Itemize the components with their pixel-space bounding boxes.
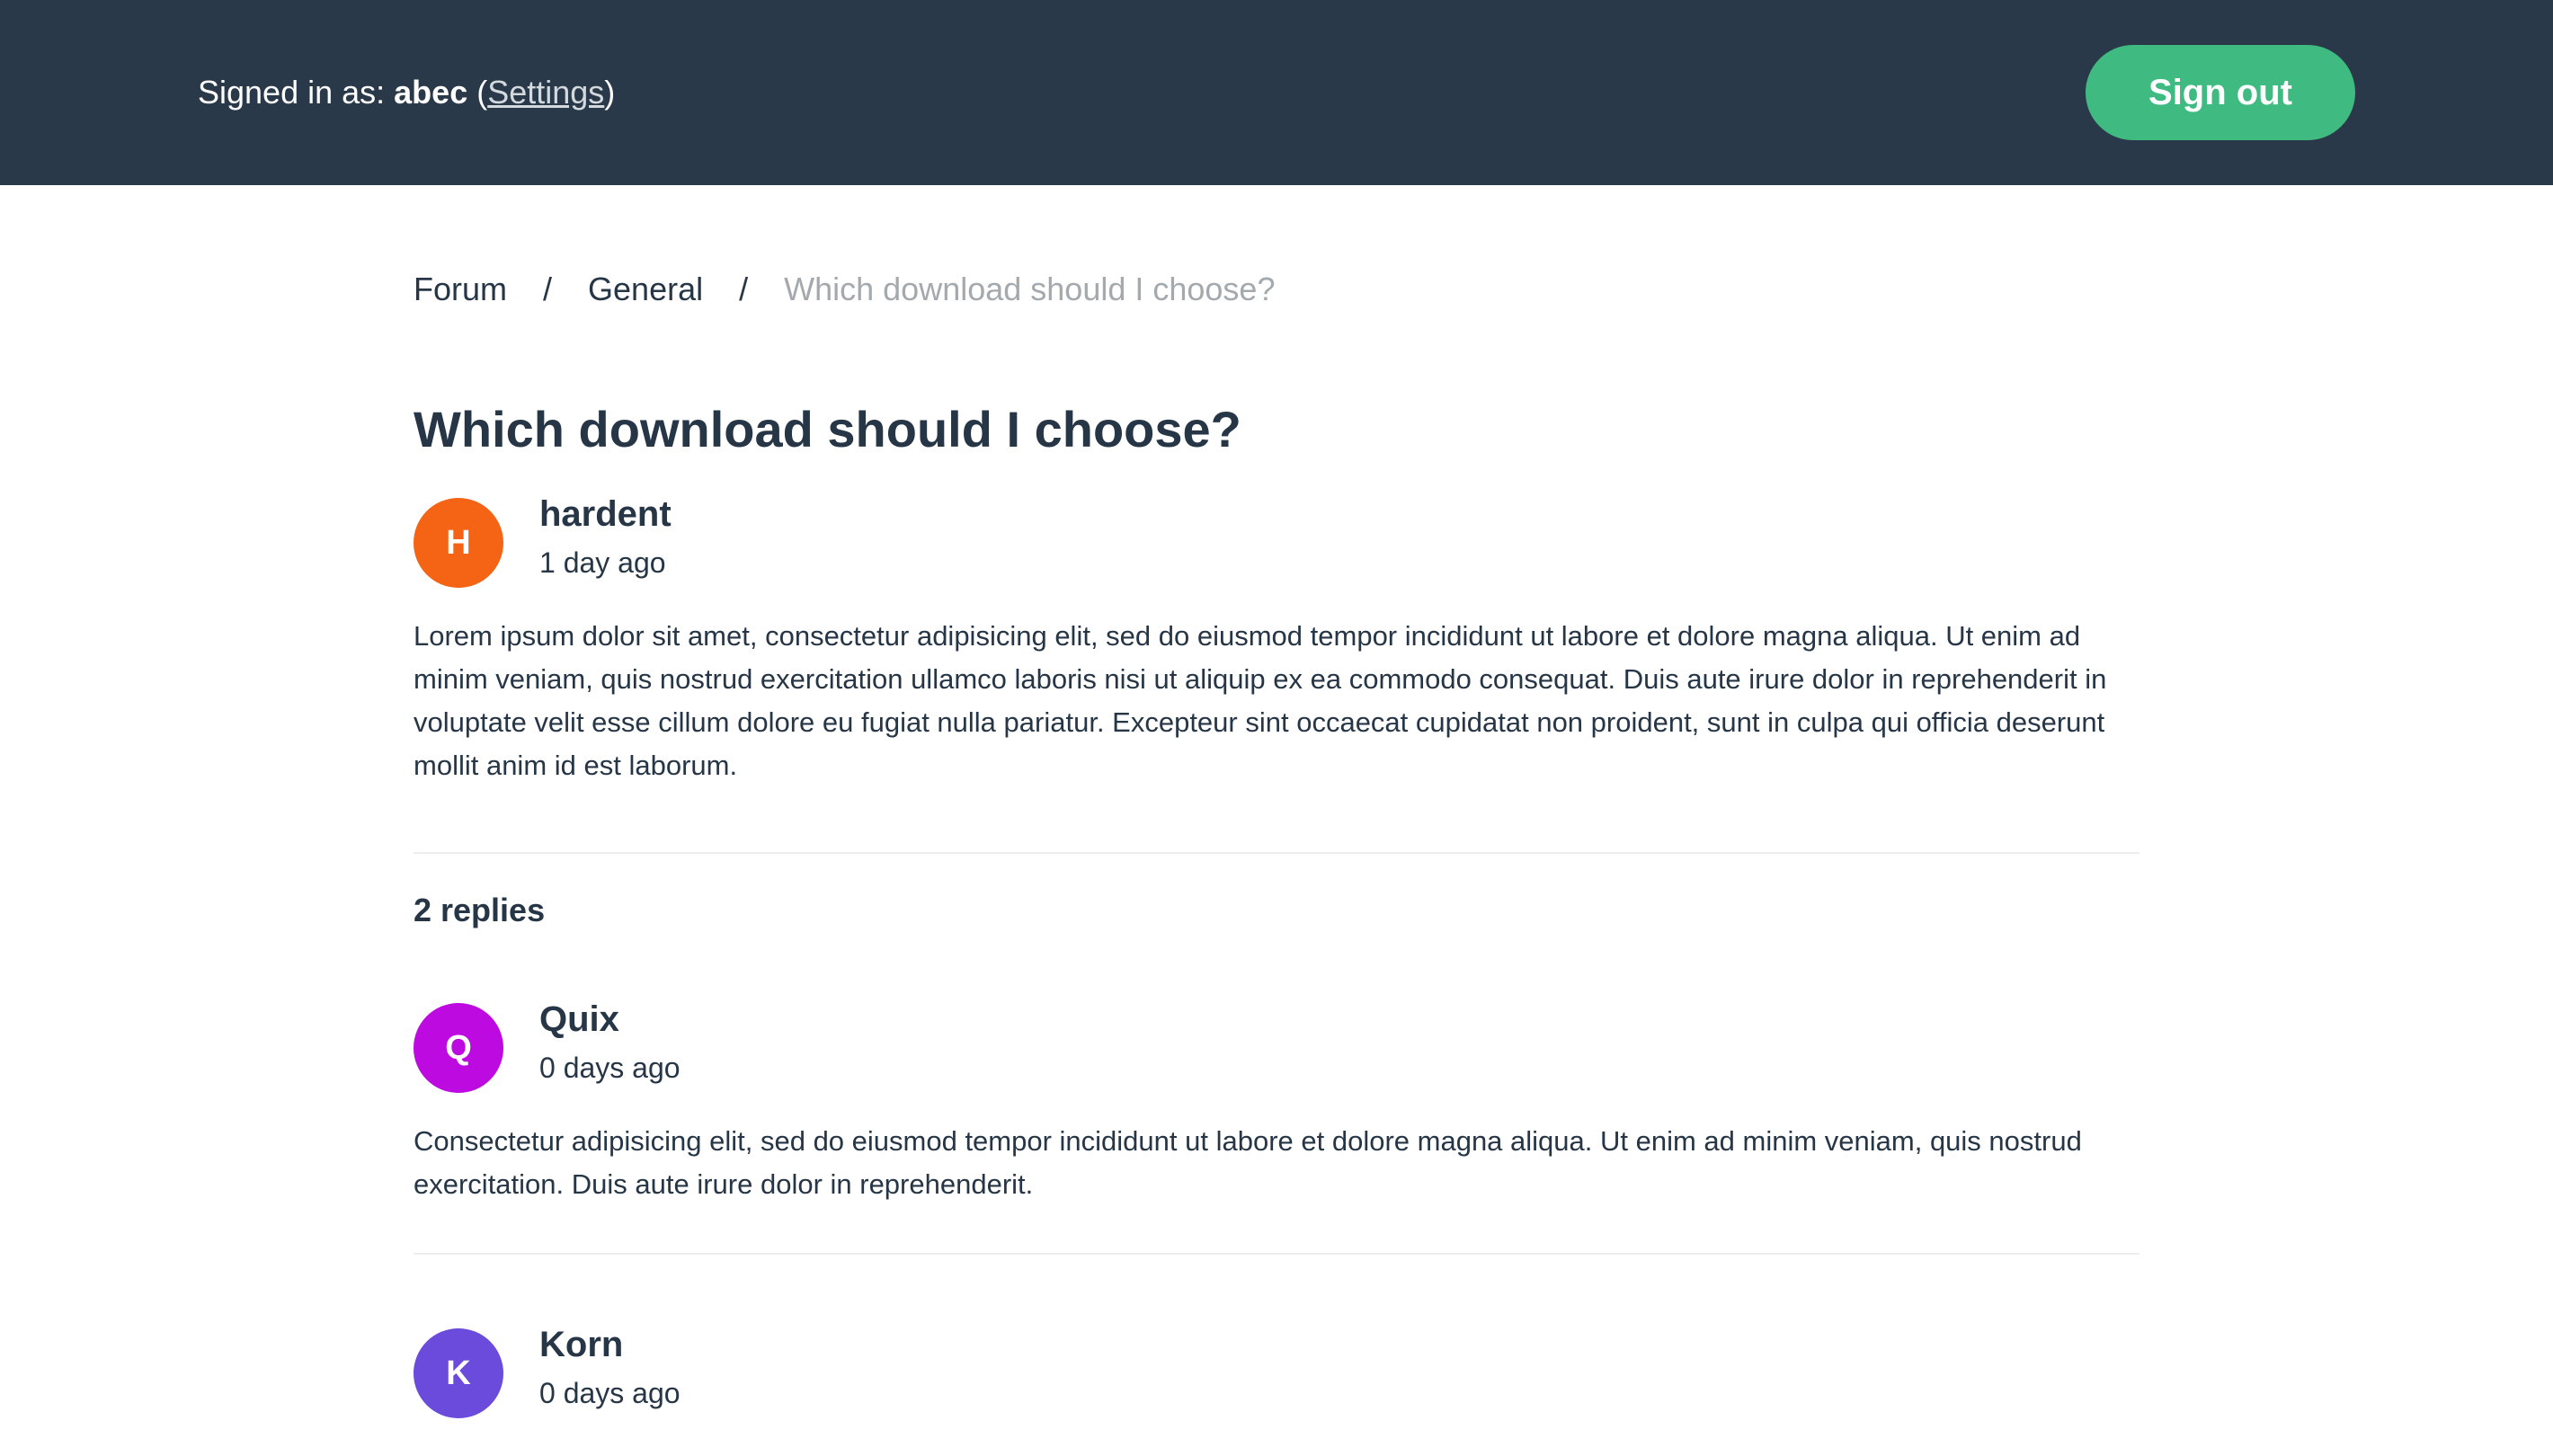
settings-link[interactable]: Settings	[487, 74, 604, 111]
breadcrumb-current: Which download should I choose?	[784, 271, 1276, 307]
avatar-letter: K	[446, 1354, 471, 1392]
divider	[414, 852, 2139, 854]
replies-count: 2 replies	[414, 892, 546, 928]
breadcrumb-separator: /	[543, 271, 553, 307]
open-paren: (	[467, 74, 488, 111]
divider	[414, 1253, 2139, 1255]
avatar: K	[414, 1328, 503, 1418]
post-timestamp: 0 days ago	[539, 1377, 681, 1409]
post-body: Consectetur adipisicing elit, sed do eiu…	[414, 1125, 2082, 1200]
signed-in-status: Signed in as: abec (Settings)	[198, 70, 615, 115]
signed-in-prefix: Signed in as:	[198, 74, 395, 111]
top-bar: Signed in as: abec (Settings) Sign out	[0, 0, 2553, 185]
breadcrumb-general-link[interactable]: General	[588, 264, 703, 315]
page-title: Which download should I choose?	[414, 401, 1241, 457]
breadcrumb-separator: /	[739, 271, 749, 307]
post-author[interactable]: Quix	[539, 994, 619, 1044]
breadcrumb-forum-link[interactable]: Forum	[414, 264, 507, 315]
post-body: Lorem ipsum dolor sit amet, consectetur …	[414, 620, 2107, 781]
post-author[interactable]: Korn	[539, 1319, 623, 1370]
post-timestamp: 1 day ago	[539, 546, 666, 579]
avatar-letter: H	[446, 523, 471, 562]
post-timestamp: 0 days ago	[539, 1052, 681, 1084]
current-username: abec	[394, 74, 468, 111]
sign-out-button[interactable]: Sign out	[2086, 45, 2355, 140]
avatar-letter: Q	[445, 1028, 472, 1067]
breadcrumb: Forum / General / Which download should …	[414, 264, 1275, 315]
avatar: Q	[414, 1003, 503, 1093]
avatar: H	[414, 498, 503, 588]
post-author[interactable]: hardent	[539, 489, 672, 539]
close-paren: )	[604, 74, 616, 111]
